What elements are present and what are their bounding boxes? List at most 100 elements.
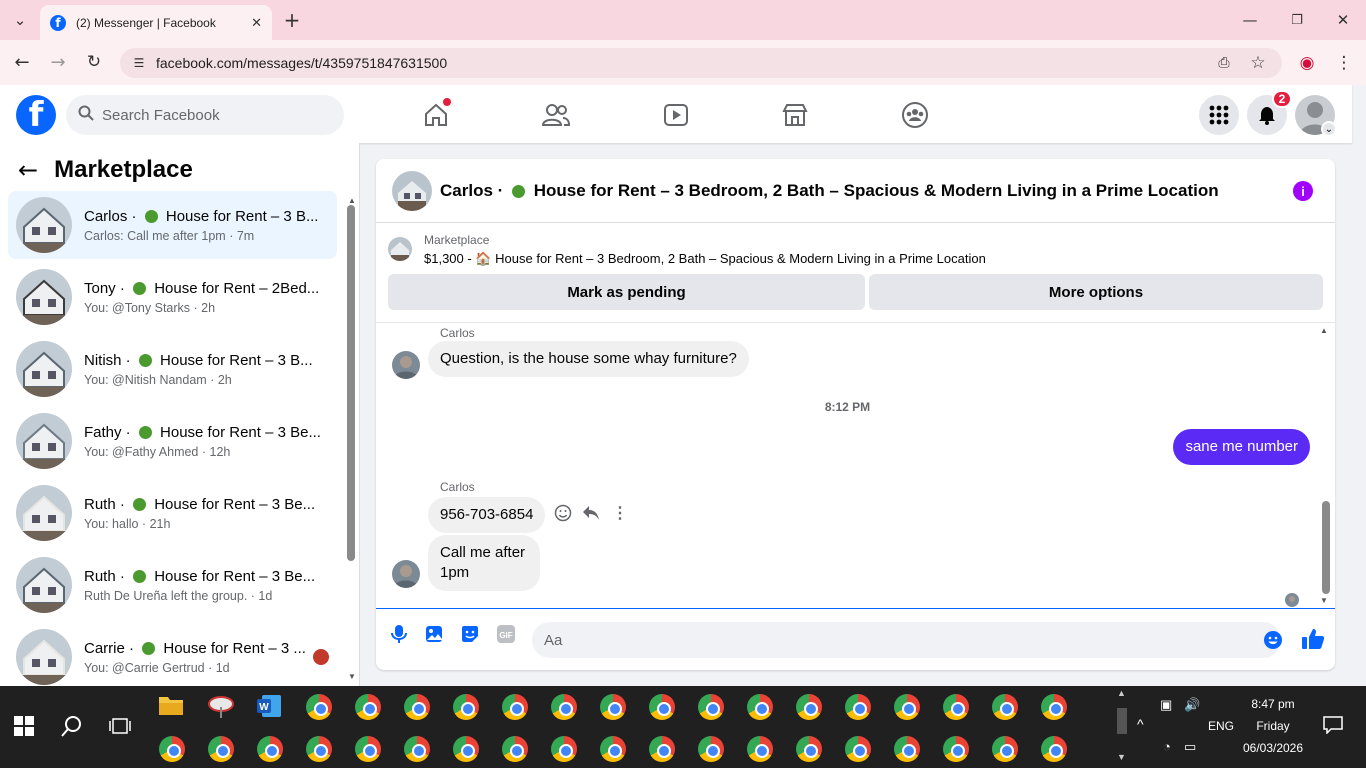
gif-icon[interactable]: GIF: [495, 623, 517, 645]
taskbar-scroll-down-icon[interactable]: ▼: [1117, 752, 1126, 762]
conversation-list-scrollbar[interactable]: [347, 205, 355, 561]
chrome-window-icon[interactable]: [894, 736, 920, 762]
profile-icon[interactable]: ◉: [1297, 53, 1317, 73]
chrome-window-icon[interactable]: [306, 694, 332, 720]
my-message-bubble[interactable]: sane me number: [1173, 429, 1310, 465]
task-view-icon[interactable]: [109, 716, 131, 736]
chrome-window-icon[interactable]: [992, 694, 1018, 720]
conversation-item[interactable]: Carrie · House for Rent – 3 ... You: @Car…: [8, 623, 337, 691]
video-icon[interactable]: [661, 100, 691, 130]
taskbar-search-icon[interactable]: [60, 714, 84, 738]
more-actions-icon[interactable]: ⋮: [612, 503, 628, 523]
word-icon[interactable]: W: [256, 694, 282, 718]
friends-icon[interactable]: [541, 100, 571, 130]
message-input[interactable]: [532, 622, 1281, 658]
menu-grid-icon[interactable]: [1199, 95, 1239, 135]
sticker-icon[interactable]: [459, 623, 481, 645]
chrome-window-icon[interactable]: [355, 694, 381, 720]
chrome-window-icon[interactable]: [404, 694, 430, 720]
chrome-window-icon[interactable]: [943, 694, 969, 720]
thread-scrollbar[interactable]: [1322, 501, 1330, 594]
chat-title[interactable]: Carlos · House for Rent – 3 Bedroom, 2 B…: [440, 181, 1219, 201]
chrome-window-icon[interactable]: [355, 736, 381, 762]
chrome-window-icon[interactable]: [600, 736, 626, 762]
language-indicator[interactable]: ENG: [1206, 719, 1236, 733]
photo-icon[interactable]: [423, 623, 445, 645]
volume-icon[interactable]: 🔊: [1184, 697, 1200, 713]
chrome-window-icon[interactable]: [796, 694, 822, 720]
microphone-icon[interactable]: [388, 623, 410, 645]
conversation-item[interactable]: Ruth · House for Rent – 3 Be... Ruth De U…: [8, 551, 337, 619]
react-emoji-icon[interactable]: [554, 504, 574, 524]
like-thumbs-up-icon[interactable]: [1301, 627, 1325, 651]
chrome-window-icon[interactable]: [845, 694, 871, 720]
taskbar-scroll-up-icon[interactable]: ▲: [1117, 688, 1126, 698]
chrome-window-icon[interactable]: [943, 736, 969, 762]
chrome-window-icon[interactable]: [551, 694, 577, 720]
chrome-window-icon[interactable]: [600, 694, 626, 720]
conversation-item[interactable]: Fathy · House for Rent – 3 Be... You: @Fa…: [8, 407, 337, 475]
chrome-window-icon[interactable]: [747, 694, 773, 720]
chrome-window-icon[interactable]: [453, 694, 479, 720]
chrome-window-icon[interactable]: [698, 694, 724, 720]
message-bubble[interactable]: 956-703-6854: [428, 497, 546, 533]
browser-tab[interactable]: f (2) Messenger | Facebook ✕: [40, 5, 272, 40]
url-field[interactable]: ☰ facebook.com/messages/t/43597518476315…: [120, 48, 1282, 78]
chrome-window-icon[interactable]: [796, 736, 822, 762]
wifi-icon[interactable]: ◔: [1163, 739, 1171, 754]
back-arrow-icon[interactable]: ←: [18, 156, 38, 184]
thread-scroll-up-icon[interactable]: ▲: [1320, 326, 1328, 335]
chrome-window-icon[interactable]: [404, 736, 430, 762]
sender-avatar[interactable]: [392, 560, 420, 588]
back-icon[interactable]: ←: [12, 52, 32, 73]
chrome-window-icon[interactable]: [453, 736, 479, 762]
chrome-window-icon[interactable]: [992, 736, 1018, 762]
clock-time[interactable]: 8:47 pm: [1238, 697, 1308, 711]
restore-icon[interactable]: ❐: [1287, 10, 1307, 30]
scroll-down-icon[interactable]: ▼: [348, 672, 356, 681]
site-info-icon[interactable]: ☰: [130, 54, 148, 72]
message-bubble[interactable]: Question, is the house some whay furnitu…: [428, 341, 749, 377]
tray-chevron-icon[interactable]: ^: [1137, 716, 1144, 732]
chrome-window-icon[interactable]: [257, 736, 283, 762]
chrome-menu-icon[interactable]: ⋮: [1334, 53, 1354, 73]
scroll-up-icon[interactable]: ▲: [348, 196, 356, 205]
marketplace-icon[interactable]: [780, 100, 810, 130]
search-input[interactable]: Search Facebook: [66, 95, 344, 135]
tab-search-chevron-icon[interactable]: ⌄: [10, 10, 30, 30]
battery-icon[interactable]: ▭: [1184, 739, 1196, 755]
taskbar-scrollbar[interactable]: [1117, 708, 1127, 734]
mark-as-pending-button[interactable]: Mark as pending: [388, 274, 865, 310]
chrome-window-icon[interactable]: [894, 694, 920, 720]
reload-icon[interactable]: ↻: [84, 52, 104, 72]
forward-icon[interactable]: →: [48, 52, 68, 73]
chrome-window-icon[interactable]: [747, 736, 773, 762]
windows-start-icon[interactable]: [14, 716, 34, 736]
file-explorer-icon[interactable]: [158, 694, 184, 718]
chrome-window-icon[interactable]: [306, 736, 332, 762]
chrome-window-icon[interactable]: [649, 694, 675, 720]
conversation-item[interactable]: Carlos · House for Rent – 3 B... Carlos: …: [8, 191, 337, 259]
chrome-window-icon[interactable]: [502, 736, 528, 762]
chrome-window-icon[interactable]: [1041, 736, 1067, 762]
chrome-window-icon[interactable]: [698, 736, 724, 762]
conversation-item[interactable]: Ruth · House for Rent – 3 Be... You: hall…: [8, 479, 337, 547]
chrome-window-icon[interactable]: [845, 736, 871, 762]
conversation-item[interactable]: Nitish · House for Rent – 3 B... You: @Ni…: [8, 335, 337, 403]
close-window-icon[interactable]: ✕: [1333, 10, 1353, 30]
install-app-icon[interactable]: ⎙: [1214, 53, 1234, 73]
sender-avatar[interactable]: [392, 351, 420, 379]
app-icon[interactable]: [207, 693, 235, 719]
chrome-window-icon[interactable]: [551, 736, 577, 762]
new-tab-icon[interactable]: +: [282, 8, 302, 32]
more-options-button[interactable]: More options: [869, 274, 1323, 310]
chat-avatar[interactable]: [392, 171, 432, 211]
emoji-icon[interactable]: [1262, 629, 1284, 651]
home-icon[interactable]: [421, 98, 451, 130]
conversation-item[interactable]: Tony · House for Rent – 2Bed... You: @Ton…: [8, 263, 337, 331]
chrome-window-icon[interactable]: [159, 736, 185, 762]
chrome-window-icon[interactable]: [208, 736, 234, 762]
info-icon[interactable]: i: [1293, 181, 1313, 201]
account-chevron-icon[interactable]: ⌄: [1321, 121, 1337, 137]
thread-scroll-down-icon[interactable]: ▼: [1320, 596, 1328, 605]
